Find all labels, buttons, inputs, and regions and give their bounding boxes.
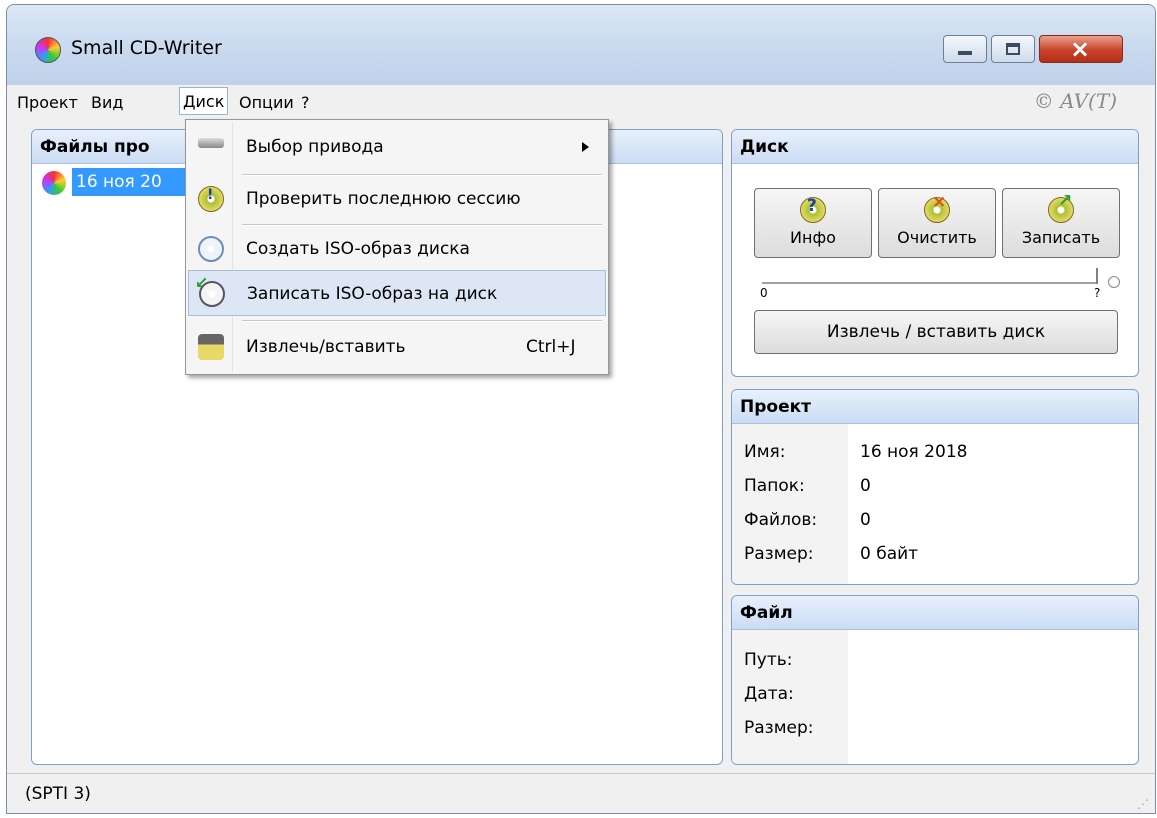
menu-item-write-iso[interactable]: ↙ Записать ISO-образ на диск bbox=[188, 270, 606, 316]
menu-options[interactable]: Опции bbox=[239, 93, 294, 112]
disc-write-icon: ↗ bbox=[1048, 191, 1074, 223]
project-panel-title: Проект bbox=[732, 390, 1138, 424]
cd-icon bbox=[35, 37, 61, 63]
file-panel-title: Файл bbox=[732, 596, 1138, 630]
menu-separator bbox=[242, 320, 602, 322]
clear-button[interactable]: × Очистить bbox=[878, 188, 996, 258]
menu-help[interactable]: ? bbox=[301, 93, 310, 112]
disc-iso-icon bbox=[198, 236, 224, 262]
close-button[interactable]: × bbox=[1039, 35, 1123, 63]
project-name-label: Имя: bbox=[744, 442, 786, 462]
copyright-label: © AV(T) bbox=[1033, 89, 1117, 113]
maximize-button[interactable] bbox=[991, 35, 1035, 63]
menu-item-select-drive[interactable]: Выбор привода bbox=[188, 124, 606, 170]
resize-grip-icon[interactable]: ⋰ bbox=[1137, 797, 1149, 811]
slider-max-label: ? bbox=[1094, 286, 1101, 300]
app-window: Small CD-Writer × Проект Вид Диск Опции … bbox=[6, 4, 1156, 814]
status-bar: (SPTI 3) ⋰ bbox=[7, 773, 1155, 813]
slider-end-tick bbox=[1096, 268, 1098, 284]
slider-status-indicator bbox=[1108, 276, 1120, 288]
disk-menu-dropdown: Выбор привода ! Проверить последнюю сесс… bbox=[185, 119, 609, 375]
menu-bar: Проект Вид Диск Опции ? bbox=[7, 85, 1155, 119]
project-folders-value: 0 bbox=[860, 476, 871, 496]
disc-x-icon: × bbox=[924, 192, 950, 223]
status-text: (SPTI 3) bbox=[25, 784, 91, 804]
menu-item-check-last-session[interactable]: ! Проверить последнюю сессию bbox=[188, 176, 606, 222]
write-button-label: Записать bbox=[1021, 228, 1101, 247]
menu-item-create-iso[interactable]: Создать ISO-образ диска bbox=[188, 226, 606, 272]
file-path-label: Путь: bbox=[744, 650, 793, 670]
drive-icon bbox=[198, 138, 224, 148]
write-button[interactable]: ↗ Записать bbox=[1002, 188, 1120, 258]
close-icon: × bbox=[1070, 35, 1091, 63]
project-size-value: 0 байт bbox=[860, 544, 919, 564]
progress-slider[interactable] bbox=[762, 282, 1098, 284]
disk-panel-title: Диск bbox=[732, 130, 1138, 164]
disc-check-icon: ! bbox=[198, 186, 224, 212]
window-title: Small CD-Writer bbox=[71, 37, 222, 59]
project-folders-label: Папок: bbox=[744, 476, 805, 496]
disk-panel: Диск ? Инфо × Очистить ↗ Записать 0 ? Из… bbox=[731, 129, 1139, 377]
project-panel: Проект Имя: 16 ноя 2018 Папок: 0 Файлов:… bbox=[731, 389, 1139, 585]
project-name-value: 16 ноя 2018 bbox=[860, 442, 968, 462]
file-panel: Файл Путь: Дата: Размер: bbox=[731, 595, 1139, 765]
shortcut-label: Ctrl+J bbox=[526, 337, 576, 357]
info-button[interactable]: ? Инфо bbox=[754, 188, 872, 258]
maximize-icon bbox=[1006, 43, 1020, 55]
drive-eject-icon bbox=[198, 334, 224, 360]
eject-insert-button[interactable]: Извлечь / вставить диск bbox=[754, 310, 1118, 354]
minimize-button[interactable] bbox=[943, 35, 987, 63]
submenu-arrow-icon bbox=[582, 142, 589, 152]
title-bar: Small CD-Writer × bbox=[7, 5, 1155, 85]
slider-min-label: 0 bbox=[760, 286, 768, 300]
disc-write-iso-icon: ↙ bbox=[195, 273, 225, 307]
minimize-icon bbox=[958, 51, 972, 55]
project-files-label: Файлов: bbox=[744, 510, 818, 530]
menu-disk[interactable]: Диск bbox=[179, 87, 229, 115]
file-date-label: Дата: bbox=[744, 684, 794, 704]
project-size-label: Размер: bbox=[744, 544, 814, 564]
tree-item-project[interactable]: 16 ноя 20 bbox=[72, 168, 200, 196]
disc-question-icon: ? bbox=[800, 196, 826, 223]
info-button-label: Инфо bbox=[790, 228, 836, 247]
menu-view[interactable]: Вид bbox=[91, 93, 123, 112]
menu-item-eject-insert[interactable]: Извлечь/вставить Ctrl+J bbox=[188, 324, 606, 370]
file-size-label: Размер: bbox=[744, 718, 814, 738]
clear-button-label: Очистить bbox=[897, 228, 977, 247]
menu-project[interactable]: Проект bbox=[17, 93, 78, 112]
cd-icon bbox=[42, 171, 66, 195]
project-files-value: 0 bbox=[860, 510, 871, 530]
